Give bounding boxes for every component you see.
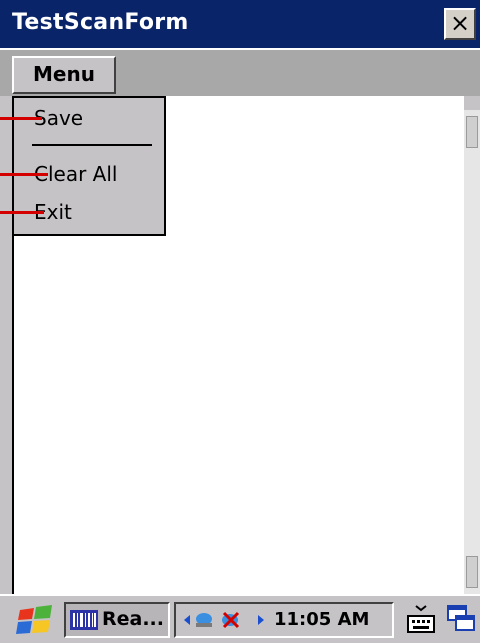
- taskbar: Rea... 11:05 AM: [0, 594, 480, 643]
- keyboard-icon[interactable]: [404, 602, 438, 638]
- taskbar-app-button[interactable]: Rea...: [64, 602, 170, 638]
- system-tray: 11:05 AM: [174, 602, 394, 638]
- network-icon[interactable]: [182, 609, 270, 631]
- menu-bar: Menu: [0, 48, 480, 96]
- window-switch-icon[interactable]: [446, 602, 478, 638]
- menu-separator: [32, 144, 152, 146]
- menu-button[interactable]: Menu: [12, 56, 116, 94]
- callout-line-exit: [0, 211, 44, 214]
- vertical-scrollbar[interactable]: [464, 110, 480, 594]
- windows-start-icon[interactable]: [16, 604, 56, 636]
- scroll-down-arrow[interactable]: [466, 556, 478, 588]
- close-button[interactable]: ×: [444, 8, 476, 40]
- callout-line-save: [0, 117, 42, 120]
- window-title: TestScanForm: [12, 10, 189, 35]
- title-bar: TestScanForm ×: [0, 0, 480, 48]
- clock: 11:05 AM: [274, 609, 370, 630]
- callout-line-clear-all: [0, 173, 48, 176]
- scroll-up-arrow[interactable]: [466, 116, 478, 148]
- taskbar-app-label: Rea...: [102, 608, 164, 630]
- barcode-app-icon: [70, 610, 98, 630]
